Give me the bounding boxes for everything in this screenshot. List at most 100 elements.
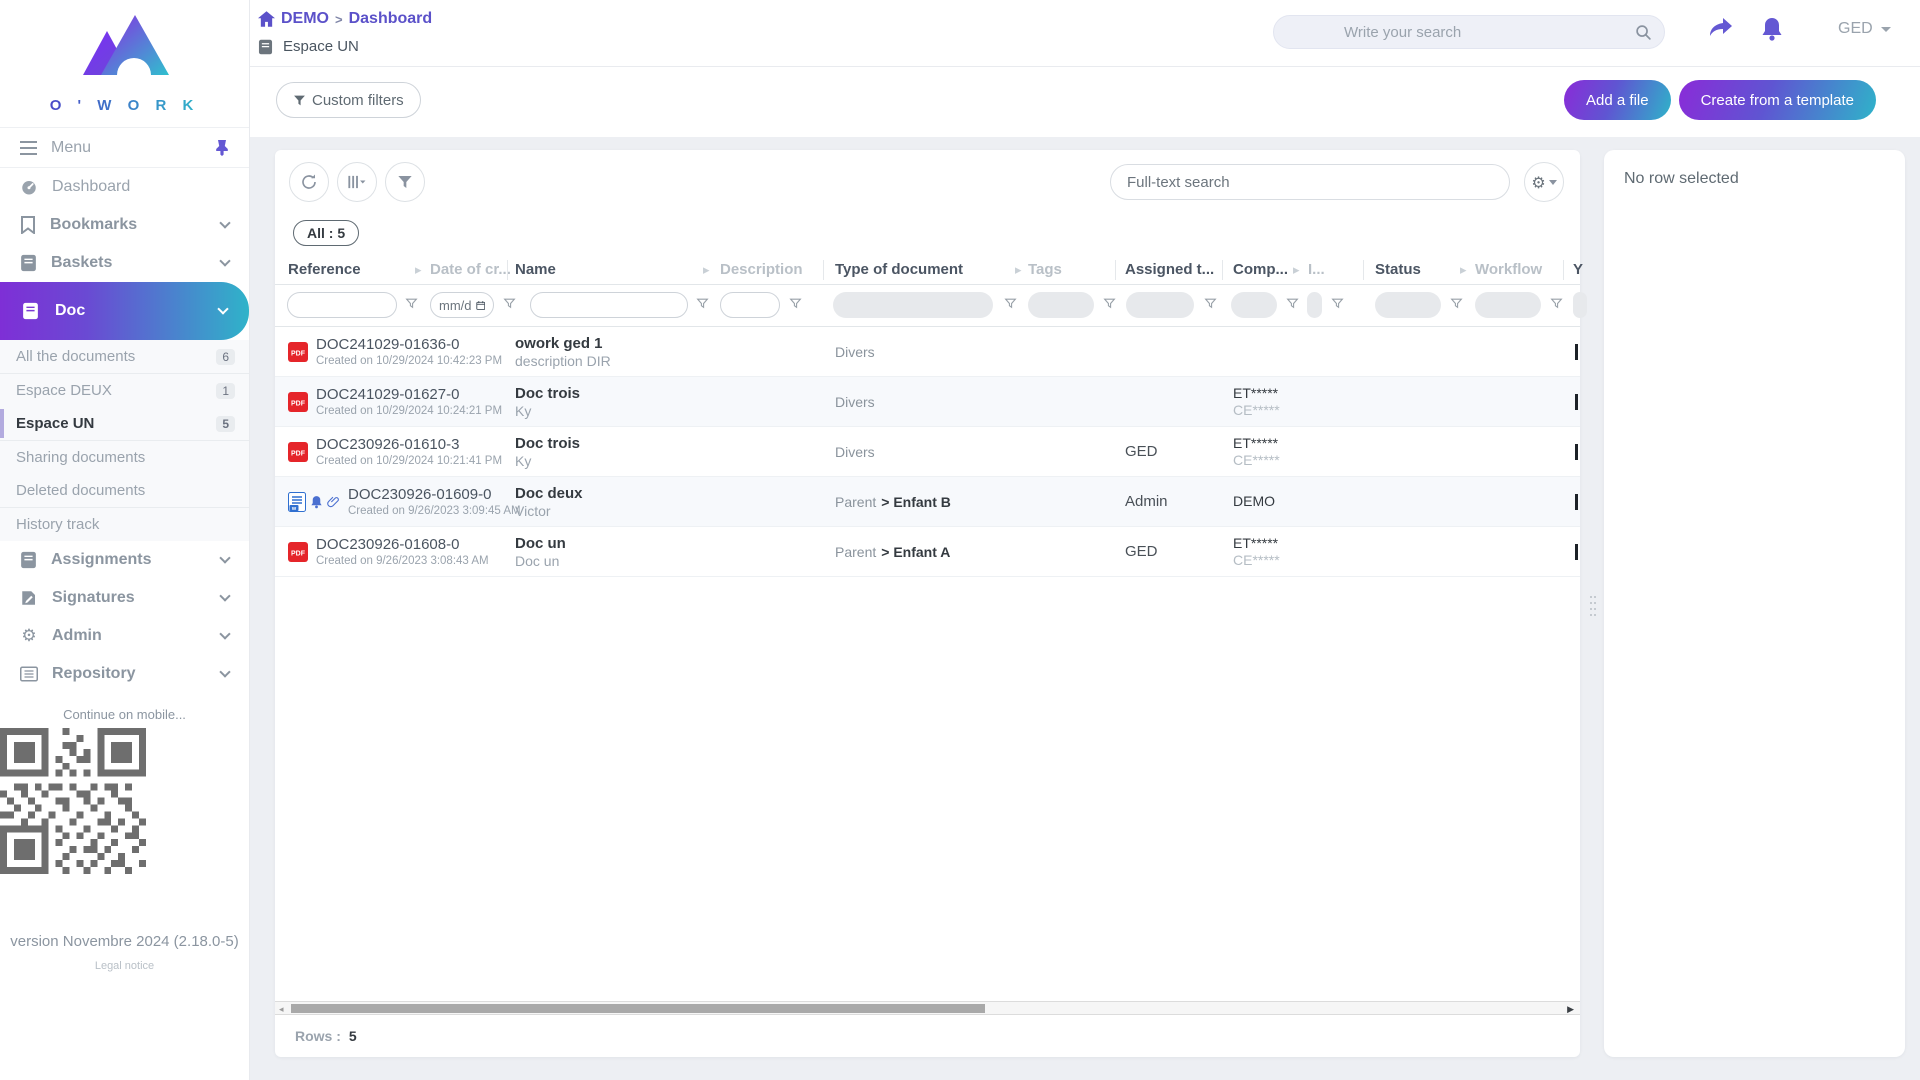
breadcrumb-current[interactable]: Dashboard bbox=[349, 10, 433, 28]
legal-notice-link[interactable]: Legal notice bbox=[0, 960, 249, 972]
columns-button[interactable] bbox=[337, 162, 377, 202]
sidebar-item-doc[interactable]: Doc bbox=[0, 282, 249, 340]
tab-all[interactable]: All : 5 bbox=[293, 220, 359, 246]
hamburger-icon[interactable] bbox=[20, 141, 37, 155]
profile-label: GED bbox=[1838, 20, 1873, 38]
create-from-template-button[interactable]: Create from a template bbox=[1679, 80, 1876, 120]
expand-column-icon[interactable]: ▸ bbox=[1015, 262, 1022, 278]
filter-funnel-icon[interactable] bbox=[503, 297, 516, 310]
filter-input-y[interactable] bbox=[1573, 292, 1587, 318]
expand-column-icon[interactable]: ▸ bbox=[1460, 262, 1467, 278]
column-header-reference[interactable]: Reference bbox=[288, 261, 361, 278]
filter-funnel-icon[interactable] bbox=[1550, 297, 1563, 310]
breadcrumb-root[interactable]: DEMO bbox=[281, 10, 329, 28]
column-header-assigned[interactable]: Assigned t... bbox=[1125, 261, 1214, 278]
filter-input-description[interactable] bbox=[721, 293, 779, 317]
chevron-down-icon bbox=[219, 552, 230, 563]
filter-funnel-icon[interactable] bbox=[789, 297, 802, 310]
sidebar-item-history-track[interactable]: History track bbox=[0, 508, 249, 541]
document-subtitle: Victor bbox=[515, 503, 583, 519]
sidebar-item-espace-un[interactable]: Espace UN 5 bbox=[0, 407, 249, 440]
sidebar-item-all-documents[interactable]: All the documents 6 bbox=[0, 340, 249, 373]
expand-column-icon[interactable]: ▸ bbox=[1293, 262, 1300, 278]
expand-column-icon[interactable]: ▸ bbox=[703, 262, 710, 278]
sidebar-item-assignments[interactable]: Assignments bbox=[0, 541, 249, 579]
sidebar-item-baskets[interactable]: Baskets bbox=[0, 244, 249, 282]
scroll-right-icon[interactable]: ▶ bbox=[1567, 1004, 1574, 1014]
document-name: owork ged 1 bbox=[515, 335, 611, 352]
sidebar: O ' W O R K Menu Dashboard Bookmarks bbox=[0, 0, 250, 1080]
sidebar-item-signatures[interactable]: Signatures bbox=[0, 579, 249, 617]
column-header-comp[interactable]: Comp... bbox=[1233, 261, 1288, 278]
filter-input-date[interactable]: mm/d bbox=[430, 292, 494, 318]
custom-filters-button[interactable]: Custom filters bbox=[276, 82, 421, 118]
filter-funnel-icon[interactable] bbox=[1204, 297, 1217, 310]
add-file-button[interactable]: Add a file bbox=[1564, 80, 1671, 120]
refresh-button[interactable] bbox=[289, 162, 329, 202]
column-header-date[interactable]: Date of cr... bbox=[430, 261, 511, 278]
sidebar-item-espace-deux[interactable]: Espace DEUX 1 bbox=[0, 374, 249, 407]
filter-funnel-icon[interactable] bbox=[1450, 297, 1463, 310]
filter-input-tags[interactable] bbox=[1028, 292, 1094, 318]
table-row[interactable]: PDF DOC241029-01627-0 Created on 10/29/2… bbox=[275, 377, 1580, 427]
column-header-y[interactable]: Y bbox=[1573, 261, 1583, 278]
company-line2: CE***** bbox=[1233, 402, 1280, 418]
sidebar-item-label: All the documents bbox=[16, 348, 216, 365]
filter-input-status[interactable] bbox=[1375, 292, 1441, 318]
filter-funnel-icon[interactable] bbox=[1103, 297, 1116, 310]
share-icon[interactable] bbox=[1708, 16, 1734, 40]
filter-funnel-icon[interactable] bbox=[1331, 297, 1344, 310]
sidebar-item-dashboard[interactable]: Dashboard bbox=[0, 168, 249, 206]
column-header-status[interactable]: Status bbox=[1375, 261, 1421, 278]
assigned-to: GED bbox=[1125, 543, 1158, 560]
pin-icon[interactable] bbox=[215, 140, 229, 156]
column-header-workflow[interactable]: Workflow bbox=[1475, 261, 1542, 278]
chevron-down-icon bbox=[217, 303, 228, 314]
filter-funnel-icon[interactable] bbox=[696, 297, 709, 310]
filter-input-workflow[interactable] bbox=[1475, 292, 1541, 318]
sidebar-item-admin[interactable]: ⚙ Admin bbox=[0, 617, 249, 655]
filter-input-reference[interactable] bbox=[288, 293, 396, 317]
table-row[interactable]: w DOC230926-01609-0 Created on 9/26/2 bbox=[275, 477, 1580, 527]
filter-funnel-icon[interactable] bbox=[1286, 297, 1299, 310]
scrollbar-thumb[interactable] bbox=[291, 1004, 985, 1013]
table-settings-button[interactable]: ⚙ bbox=[1524, 162, 1564, 202]
sidebar-item-sharing-documents[interactable]: Sharing documents bbox=[0, 441, 249, 474]
sidebar-item-bookmarks[interactable]: Bookmarks bbox=[0, 206, 249, 244]
space-title: Espace UN bbox=[283, 38, 359, 55]
selected-indicator bbox=[0, 409, 4, 438]
fulltext-search-input[interactable] bbox=[1127, 174, 1493, 191]
calendar-icon[interactable] bbox=[476, 300, 486, 311]
column-header-description[interactable]: Description bbox=[720, 261, 803, 278]
column-header-type[interactable]: Type of document bbox=[835, 261, 963, 278]
horizontal-scrollbar[interactable]: ◂ ▶ bbox=[275, 1001, 1580, 1015]
column-header-i[interactable]: I... bbox=[1308, 261, 1325, 278]
column-header-tags[interactable]: Tags bbox=[1028, 261, 1062, 278]
scroll-left-icon[interactable]: ◂ bbox=[279, 1004, 284, 1014]
filter-funnel-icon[interactable] bbox=[1004, 297, 1017, 310]
table-row[interactable]: PDF DOC241029-01636-0 Created on 10/29/2… bbox=[275, 327, 1580, 377]
table-row[interactable]: PDF DOC230926-01608-0 Created on 9/26/20… bbox=[275, 527, 1580, 577]
expand-column-icon[interactable]: ▸ bbox=[415, 262, 422, 278]
search-icon[interactable] bbox=[1635, 24, 1652, 41]
filter-input-comp[interactable] bbox=[1231, 292, 1277, 318]
column-divider bbox=[1115, 260, 1116, 280]
filter-input-i[interactable] bbox=[1307, 292, 1322, 318]
filter-input-assigned[interactable] bbox=[1126, 292, 1194, 318]
sidebar-item-deleted-documents[interactable]: Deleted documents bbox=[0, 474, 249, 507]
filter-input-type[interactable] bbox=[833, 292, 993, 318]
profile-menu[interactable]: GED bbox=[1838, 20, 1891, 38]
filter-funnel-icon[interactable] bbox=[405, 297, 418, 310]
sidebar-item-repository[interactable]: Repository bbox=[0, 655, 249, 693]
bell-icon[interactable] bbox=[1760, 16, 1784, 42]
table-row[interactable]: PDF DOC230926-01610-3 Created on 10/29/2… bbox=[275, 427, 1580, 477]
column-header-name[interactable]: Name bbox=[515, 261, 556, 278]
filter-input-name[interactable] bbox=[531, 293, 687, 317]
svg-text:w: w bbox=[291, 506, 297, 512]
global-search-input[interactable] bbox=[1344, 24, 1635, 41]
filter-button[interactable] bbox=[385, 162, 425, 202]
home-icon[interactable] bbox=[258, 11, 275, 27]
table-tabs: All : 5 bbox=[275, 206, 1580, 256]
panel-resize-handle[interactable] bbox=[1590, 596, 1598, 622]
sidebar-item-label: Doc bbox=[55, 302, 219, 320]
